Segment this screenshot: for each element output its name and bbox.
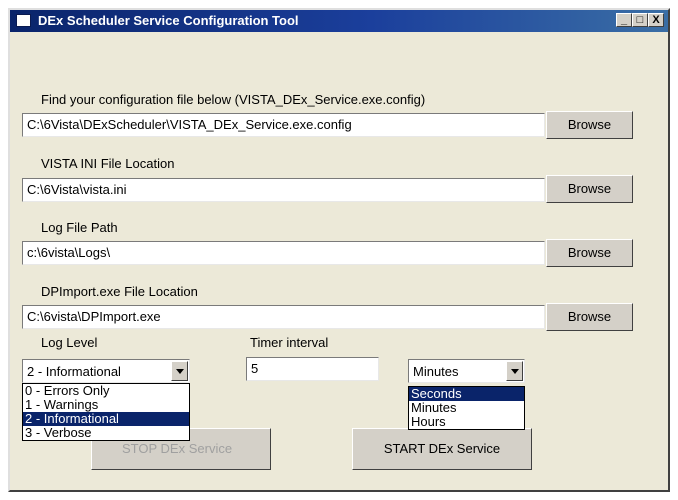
dpimport-field[interactable]: C:\6vista\DPImport.exe — [22, 305, 545, 329]
timer-unit-option[interactable]: Seconds — [409, 387, 524, 401]
dpimport-label: DPImport.exe File Location — [41, 284, 198, 299]
log-level-option[interactable]: 3 - Verbose — [23, 426, 189, 440]
config-browse-button[interactable]: Browse — [546, 111, 633, 139]
maximize-button[interactable]: □ — [632, 13, 648, 27]
log-path-label: Log File Path — [41, 220, 118, 235]
log-level-option[interactable]: 1 - Warnings — [23, 398, 189, 412]
app-icon — [16, 14, 31, 27]
start-service-button[interactable]: START DEx Service — [352, 428, 532, 470]
log-level-option[interactable]: 2 - Informational — [23, 412, 189, 426]
ini-browse-button[interactable]: Browse — [546, 175, 633, 203]
title-bar[interactable]: DEx Scheduler Service Configuration Tool… — [10, 10, 668, 32]
close-button[interactable]: X — [648, 13, 664, 27]
log-level-selected: 2 - Informational — [27, 364, 121, 379]
log-browse-button[interactable]: Browse — [546, 239, 633, 267]
config-file-label: Find your configuration file below (VIST… — [41, 92, 426, 107]
log-level-dropdown: 0 - Errors Only 1 - Warnings 2 - Informa… — [22, 383, 190, 441]
timer-unit-dropdown: Seconds Minutes Hours — [408, 386, 525, 430]
timer-label: Timer interval — [250, 335, 329, 350]
log-level-option[interactable]: 0 - Errors Only — [23, 384, 189, 398]
timer-unit-option[interactable]: Hours — [409, 415, 524, 429]
timer-unit-selected: Minutes — [413, 364, 459, 379]
ini-file-label: VISTA INI File Location — [41, 156, 175, 171]
timer-input[interactable]: 5 — [246, 357, 379, 381]
log-level-label: Log Level — [41, 335, 98, 350]
window-title: DEx Scheduler Service Configuration Tool — [38, 13, 299, 28]
timer-unit-option[interactable]: Minutes — [409, 401, 524, 415]
chevron-down-icon[interactable] — [171, 361, 188, 381]
log-path-field[interactable]: c:\6vista\Logs\ — [22, 241, 545, 265]
chevron-down-icon[interactable] — [506, 361, 523, 381]
ini-file-field[interactable]: C:\6Vista\vista.ini — [22, 178, 545, 202]
minimize-button[interactable]: _ — [616, 13, 632, 27]
dpimport-browse-button[interactable]: Browse — [546, 303, 633, 331]
log-level-select[interactable]: 2 - Informational — [22, 359, 190, 383]
config-file-field[interactable]: C:\6Vista\DExScheduler\VISTA_DEx_Service… — [22, 113, 545, 137]
timer-unit-select[interactable]: Minutes — [408, 359, 525, 383]
config-window: DEx Scheduler Service Configuration Tool… — [8, 8, 670, 492]
